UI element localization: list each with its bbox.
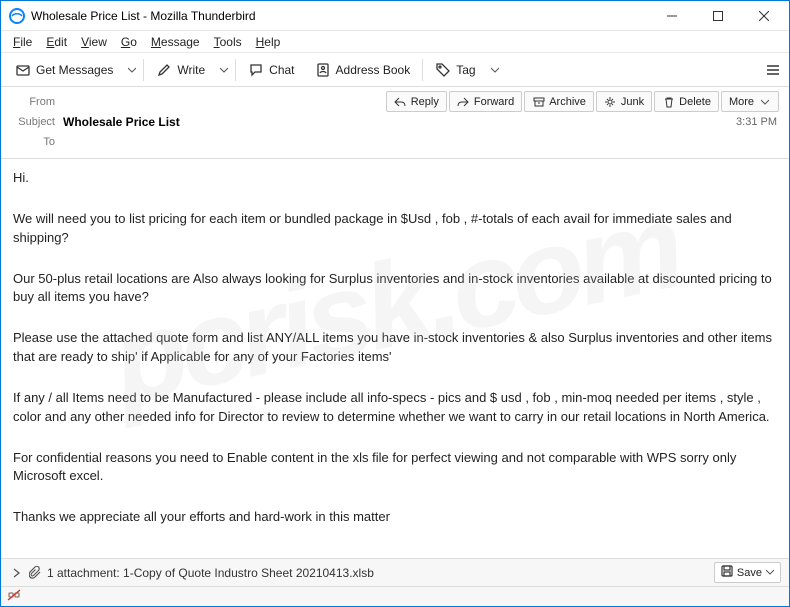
- attachment-expand[interactable]: [9, 568, 23, 578]
- app-icon: [9, 8, 25, 24]
- window-titlebar: Wholesale Price List - Mozilla Thunderbi…: [1, 1, 789, 31]
- maximize-button[interactable]: [695, 1, 741, 31]
- forward-button[interactable]: Forward: [449, 91, 522, 112]
- delete-label: Delete: [679, 96, 711, 108]
- toolbar-separator: [143, 59, 144, 81]
- window-title: Wholesale Price List - Mozilla Thunderbi…: [31, 9, 649, 23]
- forward-icon: [457, 95, 470, 108]
- menu-bar: File Edit View Go Message Tools Help: [1, 31, 789, 53]
- subject-label: Subject: [11, 116, 63, 128]
- offline-icon[interactable]: [7, 588, 21, 605]
- get-messages-label: Get Messages: [36, 63, 113, 77]
- tag-button[interactable]: Tag: [427, 58, 483, 82]
- tag-icon: [435, 62, 451, 78]
- message-time: 3:31 PM: [736, 116, 779, 128]
- attachment-summary[interactable]: 1 attachment: 1-Copy of Quote Industro S…: [47, 566, 714, 580]
- save-icon: [721, 565, 733, 580]
- reply-label: Reply: [411, 96, 439, 108]
- message-header: From Reply Forward Archive Junk Delete M…: [1, 87, 789, 159]
- tag-label: Tag: [456, 63, 475, 77]
- chat-button[interactable]: Chat: [240, 58, 302, 82]
- more-button[interactable]: More: [721, 91, 779, 112]
- menu-go[interactable]: Go: [115, 33, 143, 51]
- chat-icon: [248, 62, 264, 78]
- close-button[interactable]: [741, 1, 787, 31]
- menu-edit[interactable]: Edit: [40, 33, 73, 51]
- reply-button[interactable]: Reply: [386, 91, 447, 112]
- more-label: More: [729, 96, 754, 108]
- app-menu-button[interactable]: [763, 60, 783, 80]
- tag-dropdown[interactable]: [488, 66, 502, 74]
- to-label: To: [11, 136, 63, 148]
- delete-button[interactable]: Delete: [654, 91, 719, 112]
- reply-icon: [394, 95, 407, 108]
- address-book-label: Address Book: [336, 63, 411, 77]
- body-paragraph: For confidential reasons you need to Ena…: [13, 449, 777, 487]
- junk-label: Junk: [621, 96, 644, 108]
- chat-label: Chat: [269, 63, 294, 77]
- main-toolbar: Get Messages Write Chat Address Book Tag: [1, 53, 789, 87]
- body-paragraph: Our 50-plus retail locations are Also al…: [13, 270, 777, 308]
- address-book-button[interactable]: Address Book: [307, 58, 419, 82]
- archive-button[interactable]: Archive: [524, 91, 594, 112]
- menu-view[interactable]: View: [75, 33, 113, 51]
- from-label: From: [11, 96, 63, 108]
- body-paragraph: Thanks we appreciate all your efforts an…: [13, 508, 777, 527]
- menu-file[interactable]: File: [7, 33, 38, 51]
- forward-label: Forward: [474, 96, 514, 108]
- save-attachment-button[interactable]: Save: [714, 562, 781, 583]
- save-label: Save: [737, 567, 762, 579]
- junk-button[interactable]: Junk: [596, 91, 652, 112]
- write-label: Write: [177, 63, 205, 77]
- pencil-icon: [156, 62, 172, 78]
- body-paragraph: We will need you to list pricing for eac…: [13, 210, 777, 248]
- body-paragraph: Please use the attached quote form and l…: [13, 329, 777, 367]
- toolbar-separator: [235, 59, 236, 81]
- toolbar-separator: [422, 59, 423, 81]
- write-dropdown[interactable]: [217, 66, 231, 74]
- body-paragraph: Hi.: [13, 169, 777, 188]
- subject-value: Wholesale Price List: [63, 115, 736, 129]
- junk-icon: [604, 95, 617, 108]
- get-messages-dropdown[interactable]: [125, 66, 139, 74]
- chevron-down-icon: [766, 567, 774, 579]
- menu-help[interactable]: Help: [250, 33, 287, 51]
- minimize-button[interactable]: [649, 1, 695, 31]
- archive-icon: [532, 95, 545, 108]
- archive-label: Archive: [549, 96, 586, 108]
- address-book-icon: [315, 62, 331, 78]
- attachment-bar: 1 attachment: 1-Copy of Quote Industro S…: [1, 558, 789, 586]
- download-icon: [15, 62, 31, 78]
- message-body: Hi. We will need you to list pricing for…: [1, 159, 789, 594]
- menu-tools[interactable]: Tools: [208, 33, 248, 51]
- chevron-down-icon: [758, 95, 771, 108]
- paperclip-icon: [27, 566, 43, 579]
- write-button[interactable]: Write: [148, 58, 213, 82]
- body-paragraph: If any / all Items need to be Manufactur…: [13, 389, 777, 427]
- get-messages-button[interactable]: Get Messages: [7, 58, 121, 82]
- menu-message[interactable]: Message: [145, 33, 206, 51]
- trash-icon: [662, 95, 675, 108]
- status-bar: [1, 586, 789, 606]
